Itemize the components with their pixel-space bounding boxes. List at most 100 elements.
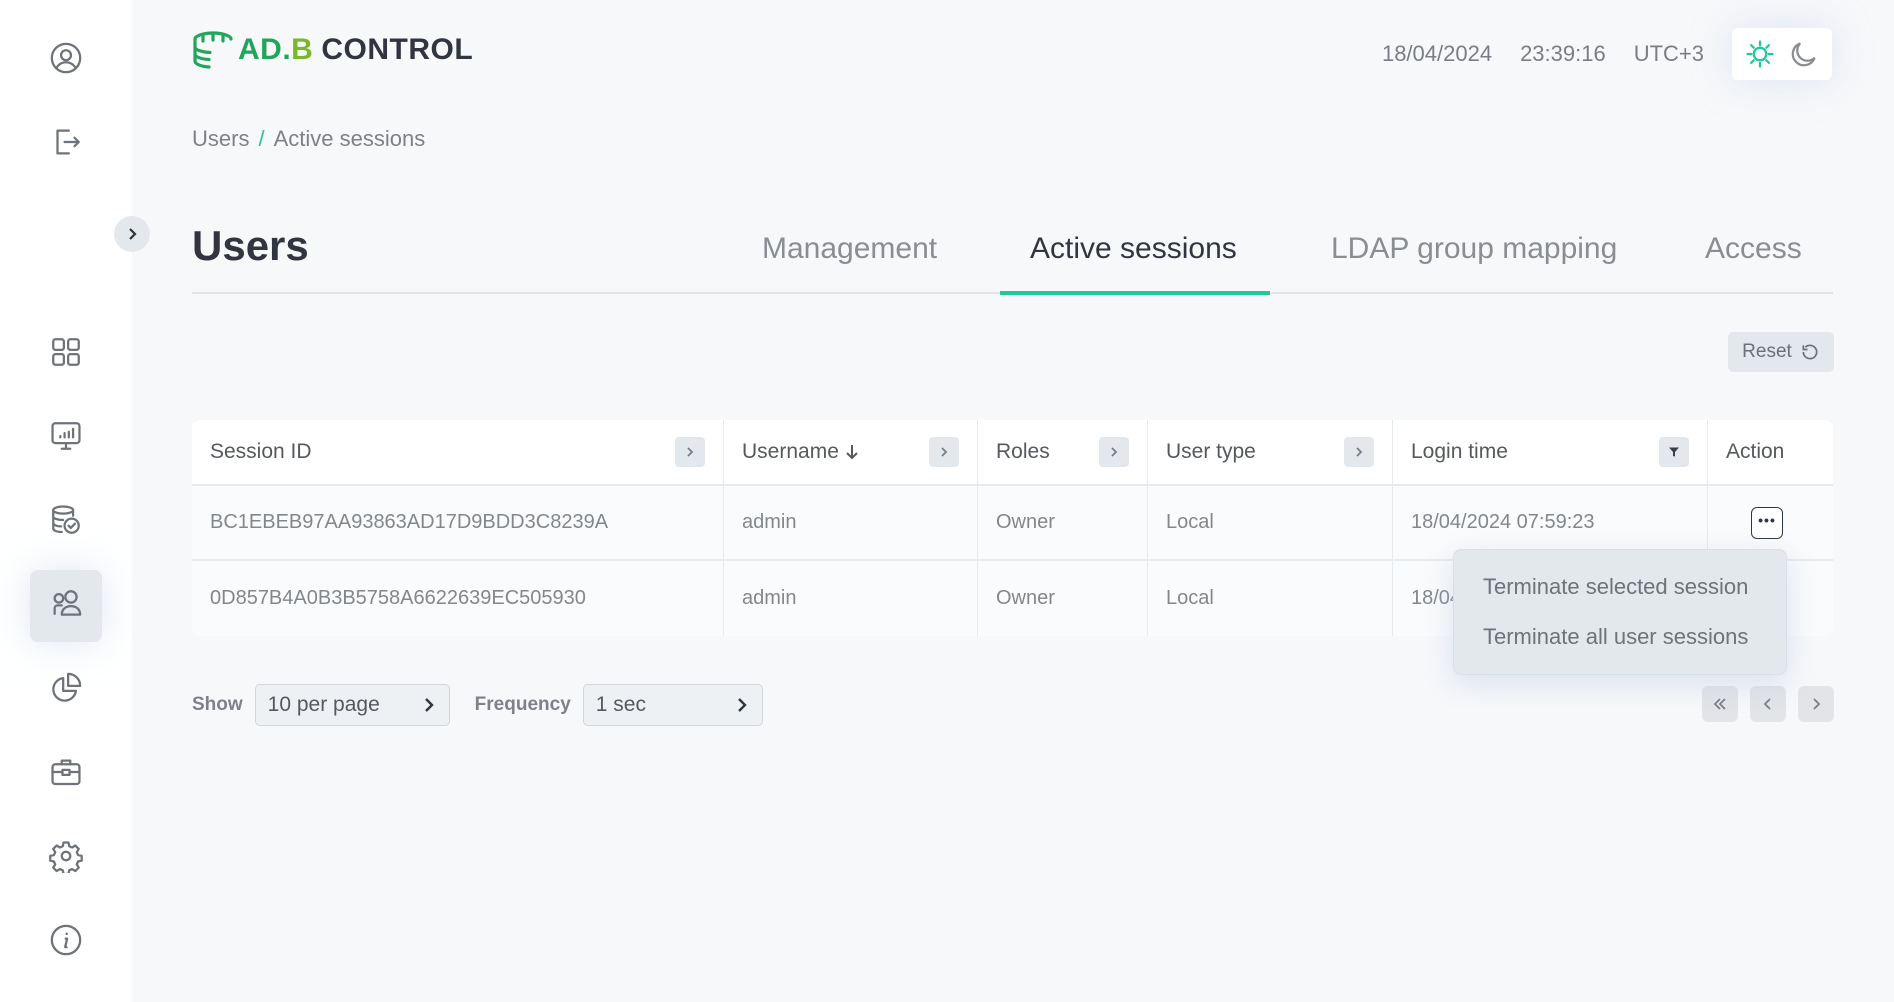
filter-button[interactable] — [1659, 437, 1689, 467]
active-tab-indicator — [1000, 291, 1270, 295]
briefcase-icon — [49, 755, 83, 794]
chevron-right-icon — [1356, 447, 1363, 457]
cell-session-id: BC1EBEB97AA93863AD17D9BDD3C8239A — [192, 486, 724, 559]
tab-ldap-group-mapping[interactable]: LDAP group mapping — [1331, 232, 1617, 294]
page-title: Users — [192, 222, 309, 269]
grid-icon — [49, 335, 83, 374]
breadcrumb-active-sessions: Active sessions — [273, 126, 426, 151]
expand-column-button[interactable] — [929, 437, 959, 467]
sort-desc-icon — [846, 445, 858, 460]
frequency-select[interactable]: 1 sec — [582, 684, 763, 726]
sidebar-item-dashboard[interactable] — [30, 318, 102, 390]
row-actions-button[interactable]: ••• — [1751, 506, 1783, 539]
action-menu: Terminate selected session Terminate all… — [1453, 549, 1787, 675]
header-status: 18/04/2024 23:39:16 UTC+3 — [1382, 28, 1832, 80]
sidebar-item-logout[interactable] — [30, 108, 102, 180]
cell-user-type: Local — [1148, 486, 1393, 559]
monitor-chart-icon — [49, 419, 83, 458]
sidebar-item-profile[interactable] — [30, 24, 102, 96]
sun-icon — [1746, 40, 1774, 68]
sidebar-item-databases[interactable] — [30, 486, 102, 558]
logo-text-b: B — [291, 33, 314, 66]
cell-roles: Owner — [978, 561, 1148, 636]
cell-roles: Owner — [978, 486, 1148, 559]
column-header-roles: Roles — [978, 420, 1148, 484]
more-dots-icon: ••• — [1758, 511, 1776, 528]
chevron-right-icon — [124, 226, 140, 242]
app-logo[interactable]: AD.B CONTROL — [192, 30, 473, 70]
logout-icon — [49, 125, 83, 164]
first-page-button[interactable] — [1702, 686, 1738, 722]
timezone: UTC+3 — [1633, 41, 1704, 66]
expand-column-button[interactable] — [1099, 437, 1129, 467]
sidebar — [0, 0, 132, 1002]
column-label: Username — [742, 440, 839, 463]
tabs-bar: Management Active sessions LDAP group ma… — [192, 226, 1833, 295]
menu-item-terminate-selected-session[interactable]: Terminate selected session — [1454, 570, 1786, 620]
sidebar-item-reports[interactable] — [30, 654, 102, 726]
sidebar-item-about[interactable] — [30, 906, 102, 978]
frequency-label: Frequency — [474, 694, 571, 715]
chevron-right-icon — [687, 447, 694, 457]
sidebar-item-monitoring[interactable] — [30, 402, 102, 474]
column-label: User type — [1166, 440, 1256, 463]
logo-text-control: CONTROL — [321, 33, 474, 66]
chevron-right-icon — [737, 698, 747, 712]
next-page-button[interactable] — [1798, 686, 1834, 722]
cell-session-id: 0D857B4A0B3B5758A6622639EC505930 — [192, 561, 724, 636]
user-circle-icon — [49, 41, 83, 80]
cell-username: admin — [724, 486, 978, 559]
current-time: 23:39:16 — [1520, 41, 1606, 66]
breadcrumb: Users / Active sessions — [192, 126, 425, 152]
column-label: Roles — [996, 440, 1050, 463]
sidebar-item-jobs[interactable] — [30, 738, 102, 810]
pie-chart-icon — [49, 671, 83, 710]
chevron-right-icon — [1111, 447, 1118, 457]
chevron-right-icon — [1813, 698, 1821, 710]
tab-active-sessions[interactable]: Active sessions — [1030, 232, 1237, 294]
column-header-action: Action — [1708, 420, 1833, 484]
cell-user-type: Local — [1148, 561, 1393, 636]
moon-icon — [1791, 42, 1816, 67]
breadcrumb-users[interactable]: Users — [192, 126, 249, 152]
info-icon — [49, 923, 83, 962]
gear-icon — [49, 839, 83, 878]
table-header: Session ID Username Roles User type Logi… — [192, 420, 1833, 486]
page-size-select[interactable]: 10 per page — [254, 684, 450, 726]
column-header-username[interactable]: Username — [724, 420, 978, 484]
breadcrumb-separator: / — [258, 126, 265, 151]
expand-column-button[interactable] — [1344, 437, 1374, 467]
chevrons-left-icon — [1713, 698, 1726, 710]
previous-page-button[interactable] — [1750, 686, 1786, 722]
reset-button[interactable]: Reset — [1728, 332, 1834, 372]
light-theme-button[interactable] — [1745, 39, 1775, 69]
page-size-value: 10 per page — [267, 693, 380, 716]
refresh-icon — [1802, 344, 1818, 360]
logo-text-ad: AD. — [238, 33, 292, 66]
column-header-user-type: User type — [1148, 420, 1393, 484]
column-header-login-time: Login time — [1393, 420, 1708, 484]
sidebar-item-settings[interactable] — [30, 822, 102, 894]
pagination — [1702, 686, 1846, 722]
cell-username: admin — [724, 561, 978, 636]
chevron-right-icon — [941, 447, 948, 457]
frequency-value: 1 sec — [595, 693, 646, 716]
menu-item-terminate-all-user-sessions[interactable]: Terminate all user sessions — [1454, 620, 1786, 670]
dark-theme-button[interactable] — [1789, 39, 1819, 69]
chevron-right-icon — [424, 698, 434, 712]
database-check-icon — [49, 503, 83, 542]
tab-access[interactable]: Access — [1705, 232, 1802, 294]
sidebar-expand-button[interactable] — [114, 216, 150, 252]
expand-column-button[interactable] — [675, 437, 705, 467]
column-header-session-id: Session ID — [192, 420, 724, 484]
column-label: Session ID — [210, 440, 312, 463]
users-icon — [49, 587, 83, 626]
table-footer: Show 10 per page Frequency 1 sec — [192, 684, 788, 726]
current-date: 18/04/2024 — [1381, 41, 1493, 66]
sidebar-item-users[interactable] — [30, 570, 102, 642]
database-logo-icon — [193, 31, 233, 69]
column-label: Action — [1726, 440, 1785, 463]
chevron-left-icon — [1763, 698, 1771, 710]
theme-toggle — [1732, 28, 1832, 80]
tab-management[interactable]: Management — [762, 232, 937, 294]
